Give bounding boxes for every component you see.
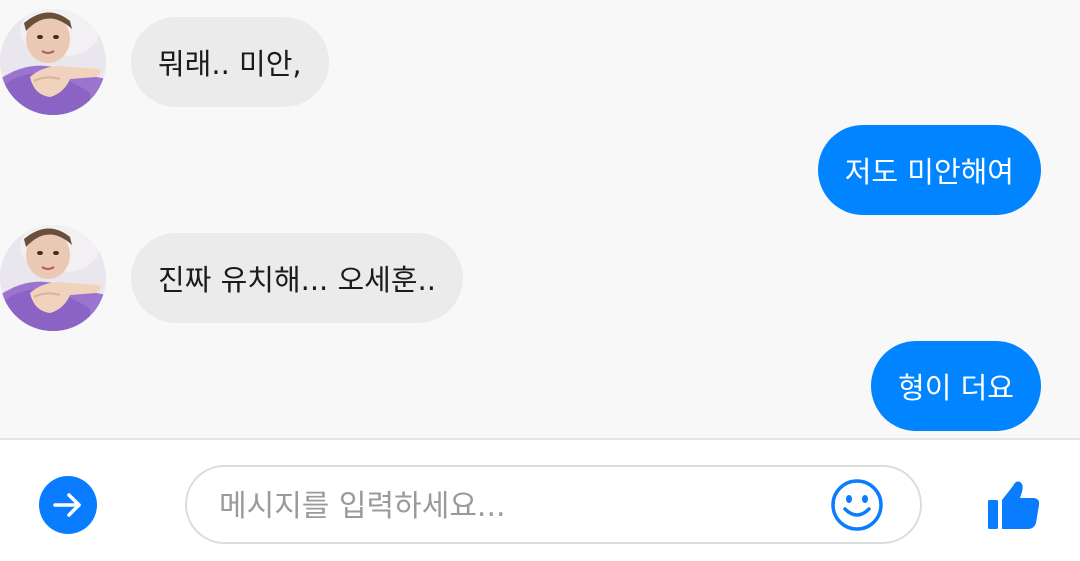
message-input-container[interactable] xyxy=(185,465,922,544)
profile-photo xyxy=(0,225,106,331)
profile-photo xyxy=(0,9,106,115)
message-text: 진짜 유치해... 오세훈.. xyxy=(158,263,436,297)
message-text: 형이 더요 xyxy=(898,371,1014,405)
message-bubble-incoming[interactable]: 뭐래.. 미안, xyxy=(131,17,329,107)
message-text: 뭐래.. 미안, xyxy=(158,47,302,81)
message-list[interactable]: 뭐래.. 미안, 저도 미안해여 진짜 유치해... 오세훈.. 형이 더요 xyxy=(0,0,1080,438)
message-bubble-outgoing[interactable]: 저도 미안해여 xyxy=(817,125,1041,215)
arrow-right-icon xyxy=(53,493,81,517)
message-bubble-outgoing[interactable]: 형이 더요 xyxy=(871,341,1041,431)
thumbs-up-icon xyxy=(988,481,1040,529)
avatar[interactable] xyxy=(0,225,106,331)
message-composer xyxy=(0,440,1080,561)
like-button[interactable] xyxy=(985,476,1043,534)
emoji-button[interactable] xyxy=(830,478,884,532)
message-text: 저도 미안해여 xyxy=(844,155,1014,189)
smiley-icon xyxy=(831,479,883,531)
message-bubble-incoming[interactable]: 진짜 유치해... 오세훈.. xyxy=(131,233,463,323)
send-button[interactable] xyxy=(39,476,97,534)
avatar[interactable] xyxy=(0,9,106,115)
message-input[interactable] xyxy=(217,479,821,533)
